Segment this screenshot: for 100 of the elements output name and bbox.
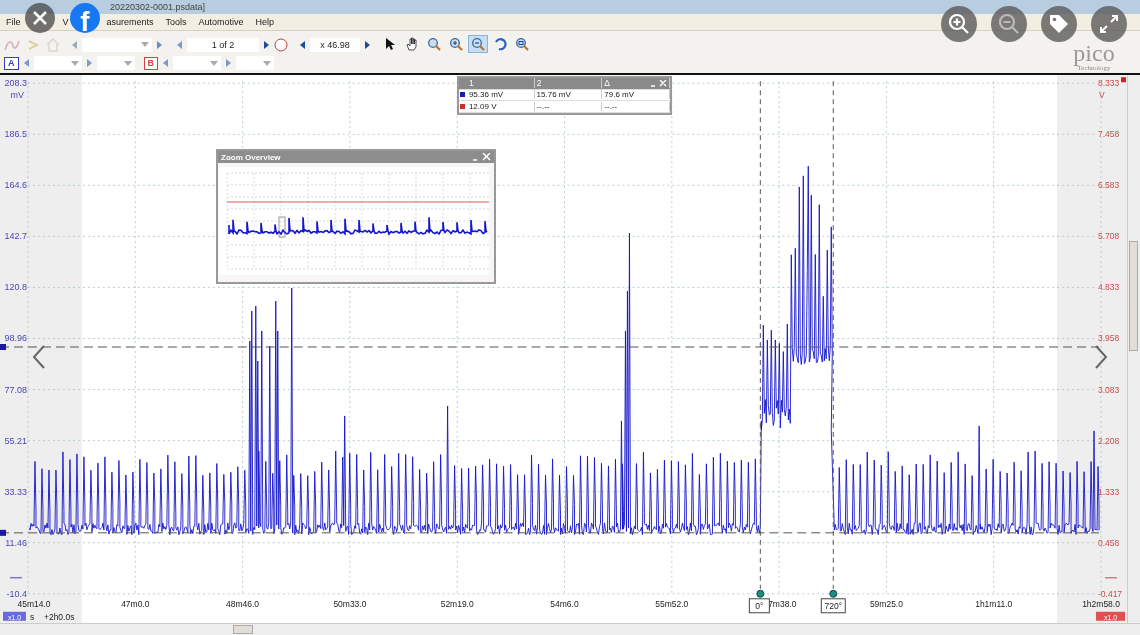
left-arrow-icon <box>300 40 305 49</box>
right-arrow-icon <box>157 40 162 49</box>
axis-label: 2.208 <box>1098 435 1120 446</box>
page-field[interactable]: 1 of 2 <box>187 37 259 52</box>
menu-item[interactable]: V <box>62 17 69 27</box>
fullscreen-icon[interactable] <box>1091 6 1127 42</box>
axis-label: 142.7 <box>4 231 27 242</box>
axis-label: 59m25.0 <box>869 598 903 609</box>
axis-label: -10.4 <box>6 588 27 599</box>
left-arrow-icon <box>72 40 77 49</box>
axis-label: 5.708 <box>1098 231 1120 242</box>
caret-icon <box>123 60 132 66</box>
axis-label: 47m0.0 <box>121 598 150 609</box>
caret-icon <box>263 60 271 66</box>
horizontal-scrollbar[interactable] <box>0 623 1140 635</box>
axis-label: 54m6.0 <box>550 598 579 609</box>
right-arrow-icon <box>365 40 370 49</box>
left-arrow-icon <box>177 40 182 49</box>
previous-icon[interactable] <box>32 345 46 369</box>
scroll-thumb[interactable] <box>1129 241 1138 351</box>
channel-button[interactable]: B <box>143 56 158 70</box>
zoom-out-tool-button[interactable] <box>468 35 488 53</box>
axis-label: 45m14.0 <box>17 598 51 609</box>
column-header: 1 <box>467 78 535 89</box>
axis-label: 33.33 <box>4 486 27 497</box>
next-icon[interactable] <box>1094 345 1108 369</box>
pointer-icon <box>383 37 397 51</box>
scroll-thumb[interactable] <box>233 625 253 634</box>
zero-marker <box>9 577 23 579</box>
axis-label: 1h2m58.0 <box>1082 598 1120 609</box>
caret-icon <box>70 60 79 66</box>
close-icon[interactable] <box>25 3 55 33</box>
axis-label: 55.21 <box>4 435 27 446</box>
axis-label: 3.958 <box>1098 333 1120 344</box>
hand-icon <box>405 37 419 51</box>
zoom-out-icon[interactable] <box>991 6 1027 42</box>
right-arrow-icon <box>86 59 92 67</box>
axis-unit: mV <box>10 90 24 101</box>
caret-icon <box>141 42 149 47</box>
menu-item[interactable]: asurements <box>106 17 154 27</box>
axis-unit: V <box>1099 90 1105 101</box>
cursor-label: 0° <box>748 598 770 614</box>
axis-label: -0.417 <box>1098 588 1123 599</box>
right-arrow-icon <box>226 59 231 67</box>
cursor-label: 720° <box>820 598 846 614</box>
menu-item[interactable]: Automotive <box>198 17 244 27</box>
window-title: 20220302-0001.psdata] <box>110 2 206 12</box>
close-icon[interactable] <box>651 80 667 87</box>
axis-label: 6.583 <box>1098 180 1120 191</box>
zoom-in-icon <box>449 37 463 51</box>
cursor-handle[interactable] <box>829 589 838 598</box>
axis-label: 52m19.0 <box>440 598 474 609</box>
axis-label: 1h1m11.0 <box>975 598 1013 609</box>
axis-label: 55m52.0 <box>655 598 689 609</box>
panel-title: Zoom Overview <box>221 152 281 162</box>
cursor-handle[interactable] <box>756 589 765 598</box>
vertical-scrollbar[interactable] <box>1127 75 1140 623</box>
column-header: Δ <box>602 78 670 89</box>
channel-button[interactable]: A <box>4 56 19 70</box>
zoom-out-icon <box>471 37 485 51</box>
axis-label: 186.5 <box>4 129 27 140</box>
axis-label: 120.8 <box>4 282 27 293</box>
menu-item[interactable]: Tools <box>165 17 187 27</box>
time-offset: +2h0.0s <box>43 611 75 622</box>
cursor-line[interactable] <box>759 80 761 590</box>
axis-label: 11.46 <box>5 537 27 548</box>
axis-label: 7.458 <box>1098 129 1120 140</box>
table-cell: 79.6 mV <box>602 90 670 100</box>
zoom-fit-icon <box>515 37 529 51</box>
zoom-in-icon[interactable] <box>941 6 977 42</box>
cursor-handle[interactable] <box>0 529 6 536</box>
menu-item[interactable]: File <box>6 17 21 27</box>
range-dropdown[interactable] <box>173 56 221 70</box>
cursor-line[interactable] <box>832 80 834 590</box>
table-cell: --.-- <box>534 101 603 111</box>
cursor-handle[interactable] <box>0 344 6 350</box>
coupling-dropdown[interactable] <box>96 56 135 70</box>
table-cell: --.-- <box>602 101 670 111</box>
compass-icon[interactable] <box>274 37 288 52</box>
time-unit: s <box>29 611 35 622</box>
axis-label: 164.6 <box>4 180 27 191</box>
axis-label: 50m33.0 <box>333 598 367 609</box>
zoom-icon <box>427 37 441 51</box>
undo-icon <box>493 37 507 51</box>
axis-label: 4.833 <box>1098 282 1120 293</box>
axis-label: 48m46.0 <box>226 598 260 609</box>
axis-label: 0.458 <box>1098 537 1120 548</box>
column-header: 2 <box>534 78 603 89</box>
table-cell: 12.09 V <box>466 101 535 111</box>
left-arrow-icon <box>23 59 29 67</box>
axis-label: 98.96 <box>4 333 27 344</box>
zoom-field[interactable]: x 46.98 <box>310 37 360 52</box>
axis-label: 8.333 <box>1098 78 1120 89</box>
tag-icon[interactable] <box>1041 6 1077 42</box>
close-icon[interactable] <box>473 153 491 161</box>
table-cell: 15.76 mV <box>534 90 603 100</box>
menu-item[interactable]: Help <box>255 17 275 27</box>
axis-label: 3.083 <box>1098 384 1120 395</box>
range-dropdown[interactable] <box>33 56 82 70</box>
caret-icon <box>210 60 218 66</box>
